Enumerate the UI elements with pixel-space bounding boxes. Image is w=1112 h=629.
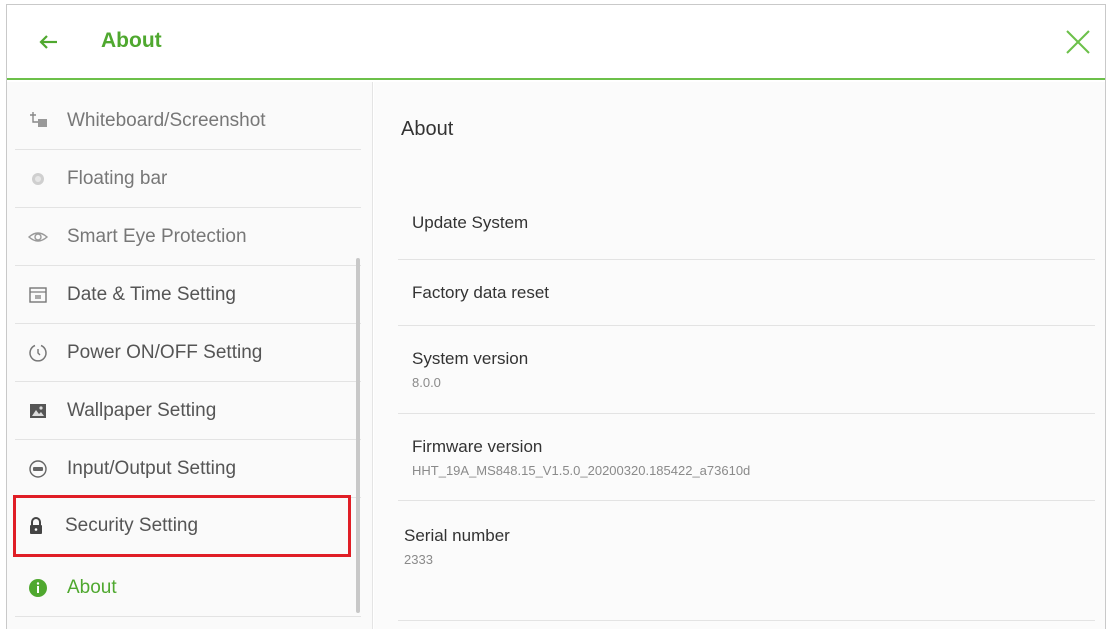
sidebar-item-label: Security Setting <box>65 514 199 536</box>
sidebar-scrollbar[interactable] <box>356 258 360 613</box>
lock-icon <box>25 515 47 537</box>
wallpaper-icon <box>27 400 49 422</box>
sidebar-item-date-time[interactable]: Date & Time Setting <box>15 266 361 324</box>
back-arrow-icon[interactable] <box>37 29 63 55</box>
eye-icon <box>27 226 49 248</box>
sidebar-item-label: Power ON/OFF Setting <box>67 341 263 363</box>
sidebar-item-power-on-off[interactable]: Power ON/OFF Setting <box>15 324 361 382</box>
sidebar-item-floating-bar[interactable]: Floating bar <box>15 150 361 208</box>
firmware-version-row: Firmware version HHT_19A_MS848.15_V1.5.0… <box>398 414 1095 501</box>
whiteboard-screenshot-icon <box>27 110 49 132</box>
settings-sidebar: Whiteboard/Screenshot Floating bar Smart… <box>7 82 373 629</box>
row-label: Update System <box>412 213 529 232</box>
header-bar: About <box>7 5 1105 80</box>
row-label: Factory data reset <box>412 283 550 302</box>
sidebar-item-label: Wallpaper Setting <box>67 399 217 421</box>
about-panel: About Update System Factory data reset S… <box>374 82 1105 629</box>
row-value: 8.0.0 <box>412 375 441 390</box>
sidebar-item-label: Smart Eye Protection <box>67 225 247 247</box>
settings-window: About Whiteboard/Screenshot Floating bar… <box>6 4 1106 629</box>
row-label: Firmware version <box>412 437 543 456</box>
factory-reset-row[interactable]: Factory data reset <box>398 260 1095 326</box>
sidebar-item-input-output[interactable]: Input/Output Setting <box>15 440 361 498</box>
row-label: Serial number <box>404 526 510 545</box>
info-icon <box>27 577 49 599</box>
sidebar-item-wallpaper[interactable]: Wallpaper Setting <box>15 382 361 440</box>
update-system-row[interactable]: Update System <box>398 188 1095 260</box>
sidebar-item-smart-eye-protection[interactable]: Smart Eye Protection <box>15 208 361 266</box>
serial-number-row: Serial number 2333 <box>398 501 1095 621</box>
input-output-icon <box>27 458 49 480</box>
sidebar-item-whiteboard-screenshot[interactable]: Whiteboard/Screenshot <box>15 92 361 150</box>
sidebar-item-about[interactable]: About <box>15 559 361 617</box>
sidebar-item-label: Input/Output Setting <box>67 457 237 479</box>
sidebar-item-label: Whiteboard/Screenshot <box>67 109 266 131</box>
row-value: 2333 <box>404 552 433 567</box>
system-version-row: System version 8.0.0 <box>398 326 1095 414</box>
row-label: System version <box>412 349 529 368</box>
row-value: HHT_19A_MS848.15_V1.5.0_20200320.185422_… <box>412 463 751 478</box>
section-title: About <box>401 118 454 140</box>
sidebar-item-label: About <box>67 576 117 598</box>
sidebar-item-label: Floating bar <box>67 167 168 189</box>
power-timer-icon <box>27 342 49 364</box>
sidebar-item-label: Date & Time Setting <box>67 283 236 305</box>
close-icon[interactable] <box>1063 27 1093 57</box>
floating-bar-icon <box>27 168 49 190</box>
calendar-icon <box>27 284 49 306</box>
sidebar-item-security[interactable]: Security Setting <box>13 495 351 557</box>
page-title: About <box>101 29 162 52</box>
